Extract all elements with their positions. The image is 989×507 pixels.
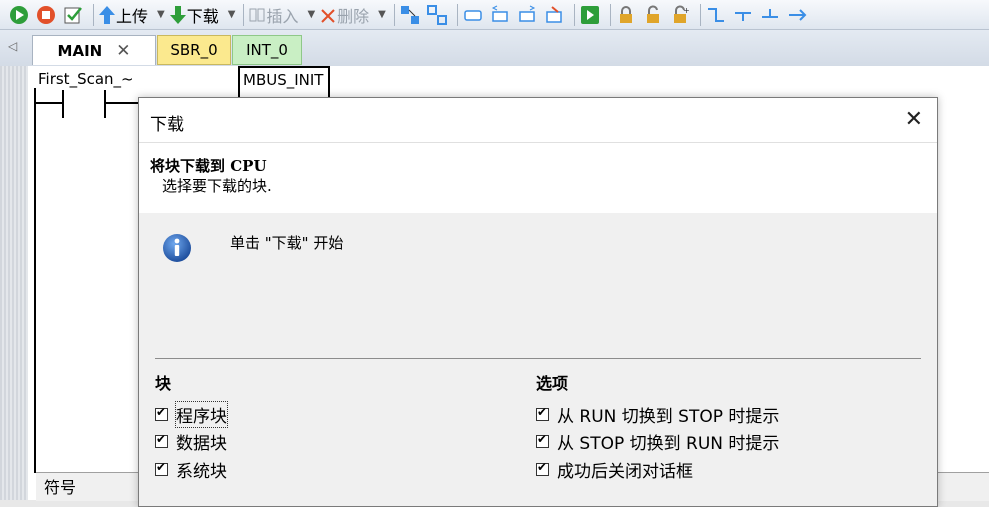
toolbar-separator (609, 3, 611, 26)
download-button[interactable]: 下载 (169, 3, 219, 27)
toolbar-separator (393, 3, 395, 26)
checkbox-label: 程序块 (175, 401, 228, 428)
wire (36, 102, 62, 104)
checkbox-system-block[interactable]: 系统块 (155, 457, 227, 482)
toolbar: 上传 ▼ 下载 ▼ 插入 ▼ 删除 ▼ + (0, 0, 989, 30)
stop-icon[interactable] (35, 4, 57, 26)
branch-icon[interactable] (705, 4, 727, 26)
checkbox-label: 成功后关闭对话框 (557, 462, 693, 482)
checkbox-stop-to-run[interactable]: 从 STOP 切换到 RUN 时提示 (536, 429, 779, 454)
svg-text:+: + (683, 6, 690, 15)
checkbox[interactable] (155, 460, 168, 476)
checkbox-label: 从 STOP 切换到 RUN 时提示 (557, 434, 780, 454)
toolbar-separator (93, 3, 94, 26)
network-icon[interactable] (399, 4, 421, 26)
lock-icon[interactable] (615, 4, 637, 26)
checkbox[interactable] (155, 432, 168, 448)
section-divider (155, 358, 921, 359)
delete-button[interactable]: 删除 (319, 3, 369, 27)
tab-int-0[interactable]: INT_0 (232, 35, 302, 65)
insert-label: 插入 (266, 6, 299, 26)
insert-button[interactable]: 插入 (248, 3, 298, 27)
box-icon[interactable] (462, 4, 484, 26)
dialog-header-subtitle: 选择要下载的块. (162, 177, 272, 195)
toolbar-separator (699, 3, 701, 26)
info-icon (163, 234, 191, 262)
checkbox-data-block[interactable]: 数据块 (155, 429, 227, 454)
checkbox-label: 从 RUN 切换到 STOP 时提示 (557, 407, 780, 427)
unlock-icon[interactable] (642, 4, 664, 26)
dialog-header: 将块下载到 CPU 选择要下载的块. (139, 142, 937, 213)
insert-icon (249, 8, 265, 21)
tab-sbr-0-label: SBR_0 (170, 41, 218, 59)
network-compare-icon[interactable] (426, 4, 448, 26)
tab-scroll-left-icon[interactable]: ◁ (8, 39, 17, 53)
line-up-icon[interactable] (759, 4, 781, 26)
checkbox[interactable] (536, 460, 549, 476)
checkbox[interactable] (536, 405, 549, 421)
tab-sbr-0[interactable]: SBR_0 (157, 35, 231, 65)
checkbox-label: 数据块 (176, 434, 227, 454)
toolbar-separator (243, 3, 245, 26)
power-rail (34, 88, 36, 473)
blocks-group-title: 块 (155, 374, 172, 393)
tab-main[interactable]: MAIN ✕ (32, 35, 156, 65)
options-group-title: 选项 (536, 374, 569, 393)
toolbar-separator (456, 3, 458, 26)
contact-label: First_Scan_~ (38, 70, 134, 88)
download-dropdown-icon[interactable]: ▼ (228, 9, 236, 20)
insert-dropdown-icon[interactable]: ▼ (307, 9, 315, 20)
upload-label: 上传 (116, 6, 149, 26)
compile-icon[interactable] (62, 4, 84, 26)
checkbox-program-block[interactable]: 程序块 (155, 401, 228, 428)
contact-left-bar (62, 90, 64, 118)
function-block-label: MBUS_INIT (243, 71, 324, 89)
close-icon[interactable]: ✕ (905, 107, 923, 132)
checkbox[interactable] (155, 405, 168, 421)
symbol-panel-label: 符号 (44, 478, 77, 497)
network-margin (0, 66, 28, 500)
checkbox-run-to-stop[interactable]: 从 RUN 切换到 STOP 时提示 (536, 402, 779, 427)
arrow-left-icon[interactable] (489, 4, 511, 26)
unlock-all-icon[interactable]: + (669, 4, 691, 26)
tab-int-0-label: INT_0 (246, 41, 288, 59)
download-arrow-icon (169, 5, 186, 24)
upload-button[interactable]: 上传 (98, 3, 148, 27)
tab-bar: ◁ MAIN ✕ SBR_0 INT_0 (0, 30, 989, 67)
info-message: 单击 "下载" 开始 (230, 234, 344, 252)
tab-main-label: MAIN (57, 41, 103, 60)
go-icon[interactable] (579, 4, 601, 26)
delete-icon (321, 8, 335, 23)
close-tab-icon[interactable]: ✕ (116, 41, 130, 61)
wire (104, 102, 138, 104)
toolbar-separator (573, 3, 575, 26)
clear-icon[interactable] (543, 4, 565, 26)
upload-arrow-icon (99, 5, 115, 24)
checkbox[interactable] (536, 432, 549, 448)
line-right-icon[interactable] (786, 4, 808, 26)
dialog-header-title: 将块下载到 CPU (150, 157, 267, 175)
delete-label: 删除 (337, 6, 370, 26)
arrow-right-icon[interactable] (516, 4, 538, 26)
function-block[interactable]: MBUS_INIT (238, 66, 330, 98)
contact-right-bar (104, 90, 106, 118)
checkbox-label: 系统块 (176, 462, 227, 482)
line-down-icon[interactable] (732, 4, 754, 26)
dialog-title-bar: 下载 ✕ (139, 98, 937, 142)
download-dialog: 下载 ✕ 将块下载到 CPU 选择要下载的块. 单击 "下载" 开始 块 程序块… (138, 97, 938, 507)
run-icon[interactable] (8, 4, 30, 26)
delete-dropdown-icon[interactable]: ▼ (378, 9, 386, 20)
dialog-title: 下载 (150, 115, 184, 135)
download-label: 下载 (186, 6, 219, 26)
upload-dropdown-icon[interactable]: ▼ (157, 9, 165, 20)
checkbox-close-on-success[interactable]: 成功后关闭对话框 (536, 457, 693, 482)
